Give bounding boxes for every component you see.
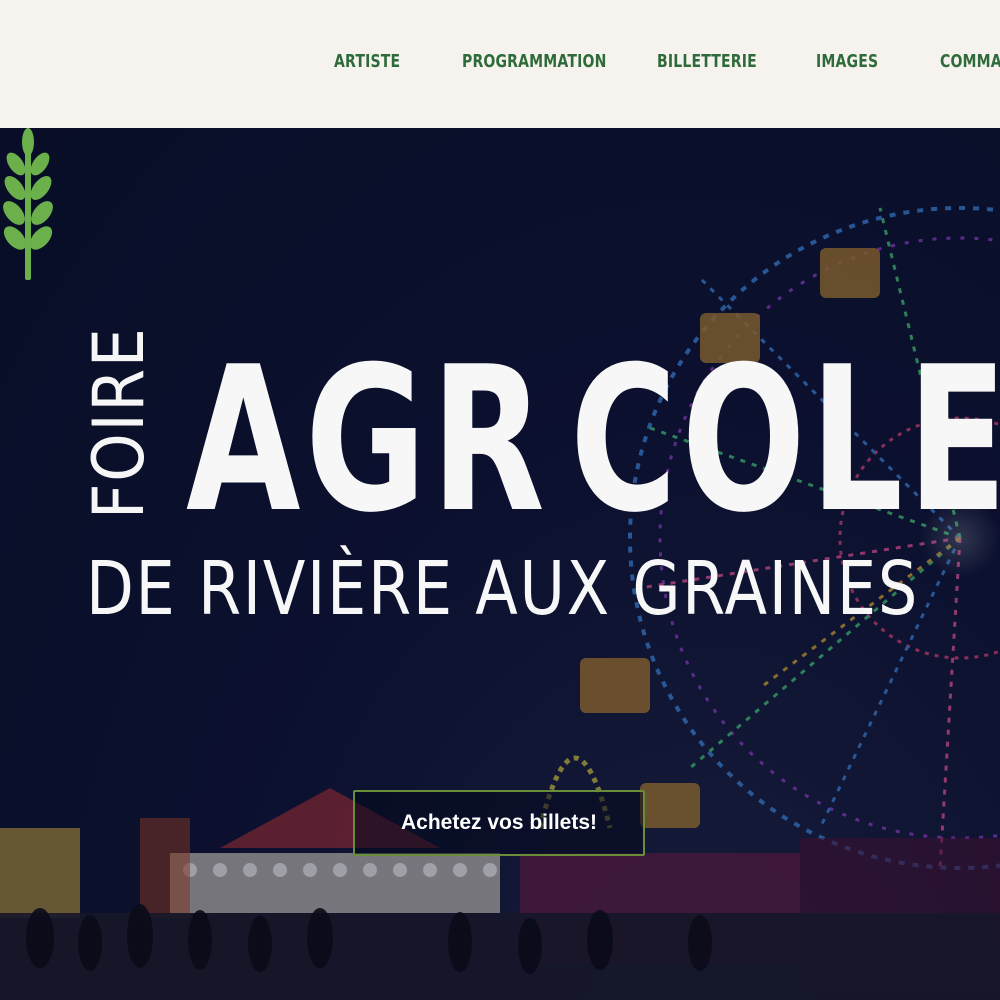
hero-banner: FOIRE AGR COLE DE RIVIÈRE AUX GRAINES Ac… <box>0 128 1000 1000</box>
title-cole: COLE <box>570 324 1000 557</box>
main-nav: ARTISTE PROGRAMMATION BILLETTERIE IMAGES… <box>0 0 1000 128</box>
title-foire: FOIRE <box>78 326 160 519</box>
nav-item-programmation[interactable]: PROGRAMMATION <box>462 50 606 74</box>
nav-item-billetterie[interactable]: BILLETTERIE <box>657 50 757 74</box>
nav-item-artiste[interactable]: ARTISTE <box>334 50 400 74</box>
title-agr: AGR <box>186 324 550 557</box>
nav-item-images[interactable]: IMAGES <box>816 50 878 74</box>
wheat-icon <box>3 128 53 280</box>
festival-title: FOIRE AGR COLE DE RIVIÈRE AUX GRAINES <box>0 128 1000 1000</box>
buy-tickets-button[interactable]: Achetez vos billets! <box>353 790 645 856</box>
title-subtitle: DE RIVIÈRE AUX GRAINES <box>86 546 920 632</box>
top-navigation-bar: ARTISTE PROGRAMMATION BILLETTERIE IMAGES… <box>0 0 1000 128</box>
nav-item-commanditaires[interactable]: COMMANDITAIRES <box>940 50 1000 74</box>
